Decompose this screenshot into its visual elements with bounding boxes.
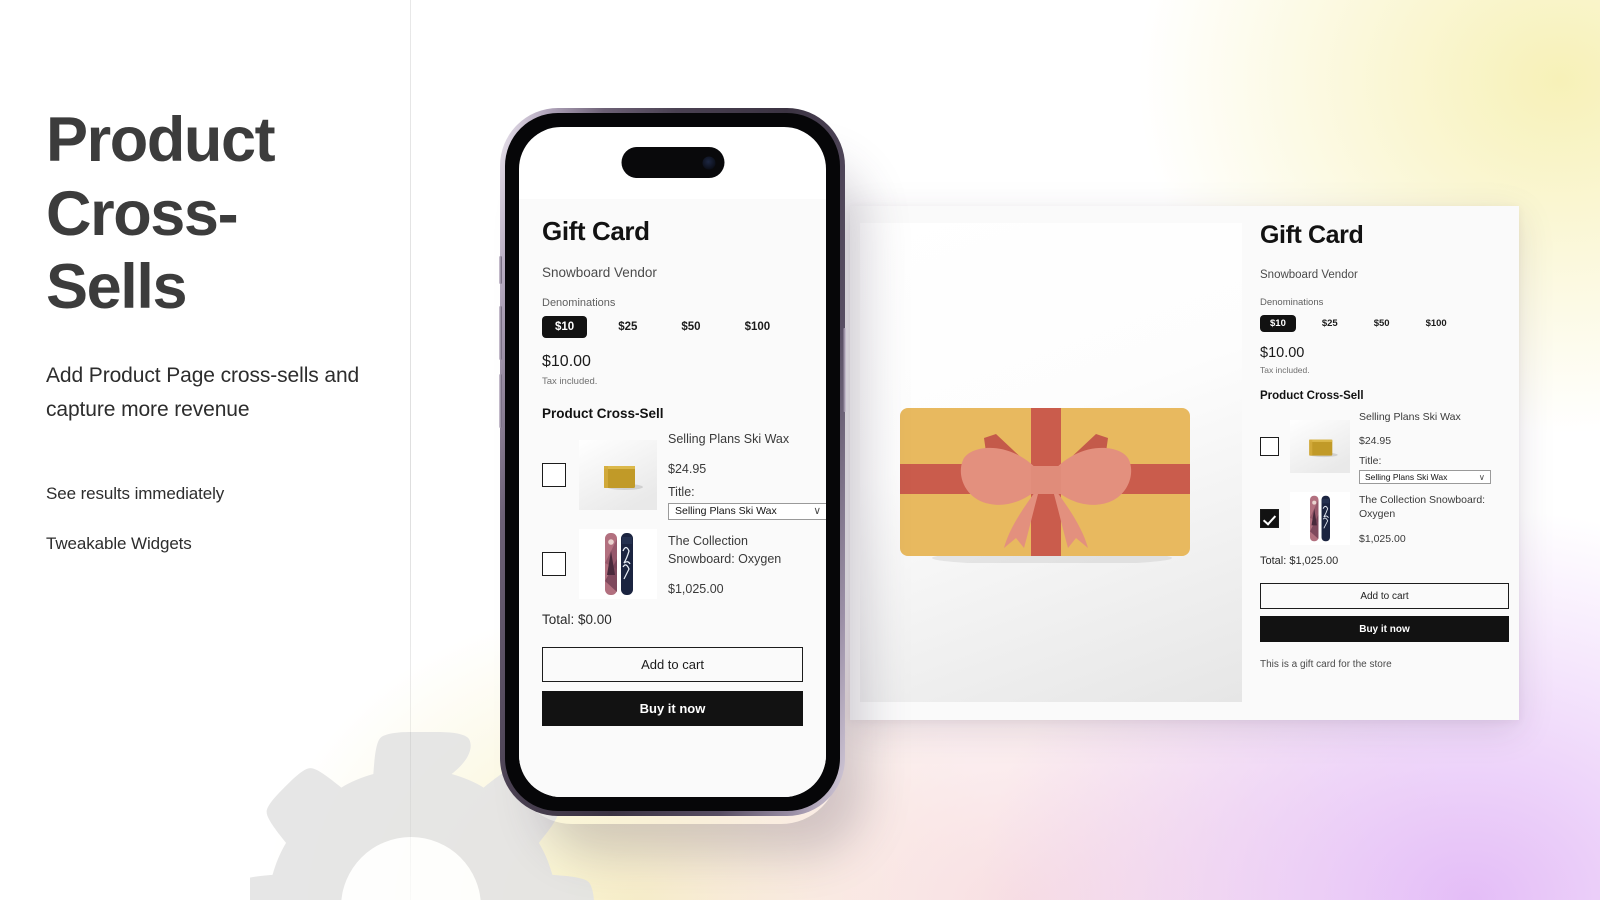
cross-sell-checkbox-ski-wax[interactable] — [1260, 437, 1279, 457]
add-to-cart-button[interactable]: Add to cart — [1260, 583, 1509, 610]
variant-select-value: Selling Plans Ski Wax — [675, 505, 777, 518]
cross-sell-item-row: Selling Plans Ski Wax $24.95 Title: Sell… — [542, 430, 826, 520]
device-bezel: Gift Card Snowboard Vendor Denominations… — [505, 113, 840, 811]
desktop-product-form: Gift Card Snowboard Vendor Denominations… — [1260, 221, 1509, 708]
volume-up-button[interactable] — [499, 306, 502, 360]
variant-select-value: Selling Plans Ski Wax — [1365, 472, 1448, 483]
mobile-product-form: Gift Card Snowboard Vendor Denominations… — [519, 199, 826, 797]
device-screen: Gift Card Snowboard Vendor Denominations… — [519, 127, 826, 797]
denomination-option-10[interactable]: $10 — [1260, 314, 1296, 332]
product-media-area — [860, 223, 1242, 702]
cross-sell-item-row: The Collection Snowboard: Oxygen $1,025.… — [1260, 492, 1509, 546]
product-vendor: Snowboard Vendor — [1260, 268, 1358, 281]
cross-sell-item-price: $24.95 — [668, 461, 707, 476]
mobile-device-mockup: Gift Card Snowboard Vendor Denominations… — [499, 108, 846, 816]
page-title: Product Cross-Sells — [46, 105, 276, 323]
buy-it-now-button[interactable]: Buy it now — [542, 690, 803, 726]
cross-sell-item-price: $24.95 — [1359, 435, 1392, 448]
cross-sell-item-name: Selling Plans Ski Wax — [668, 432, 790, 447]
cross-sell-item-name: The Collection Snowboard: Oxygen — [1359, 493, 1486, 521]
add-to-cart-button[interactable]: Add to cart — [542, 646, 803, 682]
variant-option-label: Title: — [668, 484, 695, 499]
cross-sell-heading: Product Cross-Sell — [542, 406, 664, 422]
cross-sell-item-price: $1,025.00 — [1359, 533, 1406, 546]
cross-sell-total: Total: $0.00 — [542, 611, 612, 627]
feature-bullet-1: See results immediately — [46, 484, 225, 504]
front-camera-icon — [702, 156, 715, 169]
cross-sell-checkbox-snowboard[interactable] — [542, 551, 566, 576]
variant-select[interactable]: Selling Plans Ski Wax ∨ — [1359, 470, 1491, 485]
gift-card-illustration — [900, 408, 1190, 563]
tax-note: Tax included. — [1260, 364, 1310, 375]
ski-wax-thumbnail — [579, 439, 657, 510]
denomination-option-50[interactable]: $50 — [668, 316, 713, 338]
denominations-group: $10 $25 $50 $100 — [542, 316, 803, 339]
volume-down-button[interactable] — [499, 374, 502, 428]
buy-it-now-button[interactable]: Buy it now — [1260, 616, 1509, 643]
product-title: Gift Card — [1260, 221, 1364, 249]
desktop-preview-card: Gift Card Snowboard Vendor Denominations… — [850, 206, 1519, 720]
denominations-label: Denominations — [1260, 296, 1324, 308]
cross-sell-item-price: $1,025.00 — [668, 582, 724, 597]
chevron-down-icon: ∨ — [1478, 471, 1485, 482]
feature-bullet-2: Tweakable Widgets — [46, 534, 192, 554]
snowboard-thumbnail — [1290, 492, 1350, 546]
snowboard-thumbnail — [579, 528, 657, 599]
cross-sell-item-details: The Collection Snowboard: Oxygen $1,025.… — [1359, 493, 1509, 546]
cross-sell-heading: Product Cross-Sell — [1260, 389, 1364, 402]
variant-option-label: Title: — [1359, 455, 1382, 468]
product-price: $10.00 — [542, 353, 591, 371]
denomination-option-100[interactable]: $100 — [1416, 315, 1457, 332]
power-button[interactable] — [843, 328, 846, 412]
denomination-option-50[interactable]: $50 — [1364, 315, 1400, 332]
product-price: $10.00 — [1260, 344, 1305, 361]
product-vendor: Snowboard Vendor — [542, 265, 657, 281]
denomination-option-25[interactable]: $25 — [1312, 315, 1348, 332]
product-description-note: This is a gift card for the store — [1260, 659, 1392, 671]
page-subtitle: Add Product Page cross-sells and capture… — [46, 364, 360, 422]
cross-sell-item-details: Selling Plans Ski Wax $24.95 Title: Sell… — [1359, 410, 1509, 485]
denomination-option-100[interactable]: $100 — [732, 316, 784, 338]
ski-wax-thumbnail — [1290, 420, 1350, 474]
chevron-down-icon: ∨ — [813, 505, 821, 518]
variant-select[interactable]: Selling Plans Ski Wax ∨ — [668, 502, 826, 520]
cross-sell-total: Total: $1,025.00 — [1260, 555, 1339, 568]
denominations-label: Denominations — [542, 297, 616, 310]
product-title: Gift Card — [542, 216, 650, 246]
section-divider — [410, 0, 411, 900]
dynamic-island — [621, 147, 724, 178]
cross-sell-item-name: The Collection Snowboard: Oxygen — [668, 533, 782, 567]
mute-switch[interactable] — [499, 256, 502, 284]
tax-note: Tax included. — [542, 376, 598, 388]
cross-sell-checkbox-snowboard[interactable] — [1260, 509, 1279, 529]
cross-sell-item-details: Selling Plans Ski Wax $24.95 Title: Sell… — [668, 430, 826, 520]
marketing-copy: Product Cross-Sells Add Product Page cro… — [46, 104, 376, 554]
denomination-option-10[interactable]: $10 — [542, 316, 588, 339]
cross-sell-item-name: Selling Plans Ski Wax — [1359, 410, 1461, 423]
cross-sell-item-row: Selling Plans Ski Wax $24.95 Title: Sell… — [1260, 410, 1509, 485]
cross-sell-checkbox-ski-wax[interactable] — [542, 462, 566, 487]
device-frame: Gift Card Snowboard Vendor Denominations… — [499, 108, 846, 816]
cross-sell-item-row: The Collection Snowboard: Oxygen $1,025.… — [542, 528, 803, 599]
denominations-group: $10 $25 $50 $100 — [1260, 314, 1509, 332]
denomination-option-25[interactable]: $25 — [605, 316, 650, 338]
cross-sell-item-details: The Collection Snowboard: Oxygen $1,025.… — [668, 532, 803, 597]
